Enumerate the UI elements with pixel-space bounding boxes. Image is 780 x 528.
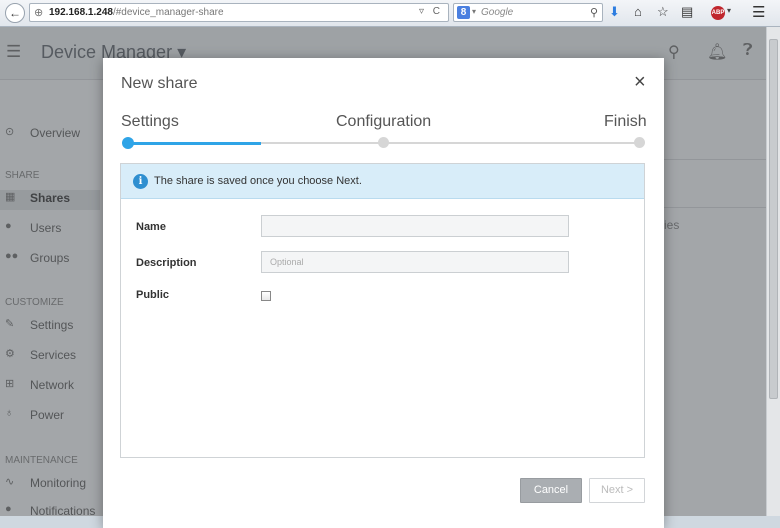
home-icon[interactable]: ⌂ <box>634 4 642 19</box>
search-engine-dropdown-icon[interactable]: ▾ <box>472 7 476 16</box>
url-path: /#device_manager-share <box>112 7 224 18</box>
browser-search-box[interactable]: 8 ▾ Google ⚲ <box>453 3 603 22</box>
reload-icon[interactable]: ▿ C <box>419 6 443 17</box>
download-icon[interactable]: ⬇ <box>609 4 620 20</box>
cancel-button[interactable]: Cancel <box>520 478 582 503</box>
dialog-title: New share <box>121 75 198 92</box>
menu-icon[interactable]: ☰ <box>752 3 765 21</box>
adblock-dropdown-icon[interactable]: ▾ <box>727 6 731 15</box>
step-finish-dot <box>634 137 645 148</box>
url-text: 192.168.1.248/#device_manager-share <box>49 7 224 18</box>
step-settings-dot <box>122 137 134 149</box>
scrollbar-thumb[interactable] <box>769 39 778 399</box>
step-configuration-label: Configuration <box>336 113 432 130</box>
wizard-progress-fill <box>127 141 261 145</box>
browser-toolbar: ← ⊕ 192.168.1.248/#device_manager-share … <box>0 0 780 27</box>
step-configuration-dot <box>378 137 389 148</box>
step-finish-label: Finish <box>604 113 647 130</box>
back-arrow-icon: ← <box>9 6 21 20</box>
public-checkbox[interactable] <box>261 291 271 301</box>
page-scrollbar[interactable] <box>766 27 780 516</box>
search-placeholder: Google <box>481 7 514 18</box>
info-icon: i <box>133 174 148 189</box>
name-field[interactable] <box>261 215 569 237</box>
address-bar[interactable]: ⊕ 192.168.1.248/#device_manager-share ▿ … <box>29 3 449 22</box>
alert-message: The share is saved once you choose Next. <box>154 175 362 187</box>
bookmark-star-icon[interactable]: ☆ <box>657 4 669 20</box>
url-host: 192.168.1.248 <box>49 7 113 18</box>
google-icon: 8 <box>457 6 470 19</box>
description-label: Description <box>136 257 197 269</box>
description-field[interactable] <box>261 251 569 273</box>
step-settings-label: Settings <box>121 113 179 130</box>
next-button[interactable]: Next > <box>589 478 645 503</box>
back-button[interactable]: ← <box>5 3 25 23</box>
public-label: Public <box>136 289 170 301</box>
search-icon[interactable]: ⚲ <box>590 6 598 19</box>
new-share-dialog: New share × Settings Configuration Finis… <box>103 58 664 528</box>
info-alert: i The share is saved once you choose Nex… <box>121 164 644 199</box>
close-icon[interactable]: × <box>634 72 646 92</box>
globe-icon: ⊕ <box>34 7 44 19</box>
share-settings-panel: i The share is saved once you choose Nex… <box>120 163 645 458</box>
adblock-icon[interactable]: ABP <box>711 6 725 20</box>
reading-list-icon[interactable]: ▤ <box>681 4 693 20</box>
name-label: Name <box>136 221 166 233</box>
